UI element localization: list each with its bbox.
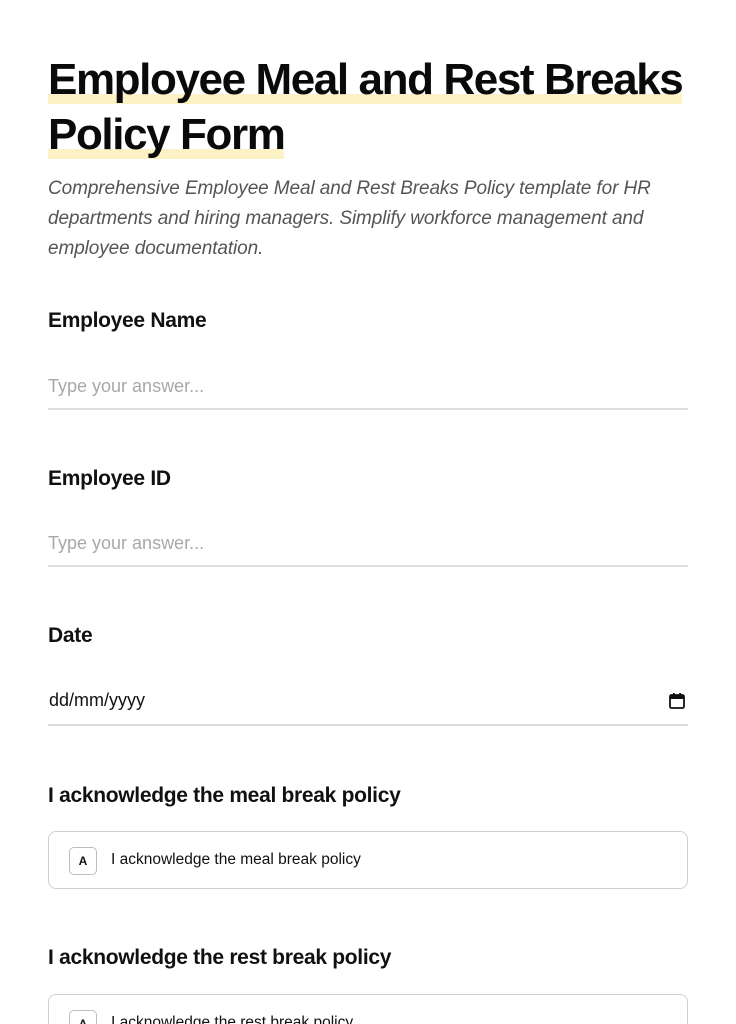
- title-line-1: Employee Meal and Rest Breaks: [48, 55, 684, 104]
- question-label: Date: [48, 624, 93, 647]
- date-input[interactable]: dd/mm/yyyy: [48, 680, 688, 726]
- form-description: Comprehensive Employee Meal and Rest Bre…: [48, 178, 651, 259]
- employee-name-input[interactable]: [48, 364, 688, 410]
- question-employee-id: Employee ID: [48, 465, 688, 567]
- question-rest-break: I acknowledge the rest break policy A I …: [48, 944, 688, 1024]
- choice-key: A: [69, 1010, 97, 1024]
- employee-id-input[interactable]: [48, 521, 688, 567]
- choice-key: A: [69, 847, 97, 875]
- page-title: Employee Meal and Rest Breaks Policy Form: [48, 52, 688, 162]
- question-label: Employee ID: [48, 467, 171, 490]
- choice-label: I acknowledge the rest break policy: [111, 1014, 354, 1024]
- question-employee-name: Employee Name: [48, 307, 688, 410]
- title-line-2: Policy Form: [48, 110, 286, 159]
- meal-break-option-a[interactable]: A I acknowledge the meal break policy: [48, 831, 688, 889]
- form-page: Employee Meal and Rest Breaks Policy Form…: [0, 0, 736, 1024]
- question-meal-break: I acknowledge the meal break policy A I …: [48, 782, 688, 889]
- question-label: I acknowledge the meal break policy: [48, 784, 401, 807]
- question-label: Employee Name: [48, 309, 207, 332]
- question-date: Date dd/mm/yyyy: [48, 622, 688, 726]
- date-value: dd/mm/yyyy: [49, 690, 146, 710]
- choice-label: I acknowledge the meal break policy: [111, 851, 361, 868]
- question-label: I acknowledge the rest break policy: [48, 946, 392, 969]
- rest-break-option-a[interactable]: A I acknowledge the rest break policy: [48, 994, 688, 1024]
- calendar-icon[interactable]: [668, 692, 686, 710]
